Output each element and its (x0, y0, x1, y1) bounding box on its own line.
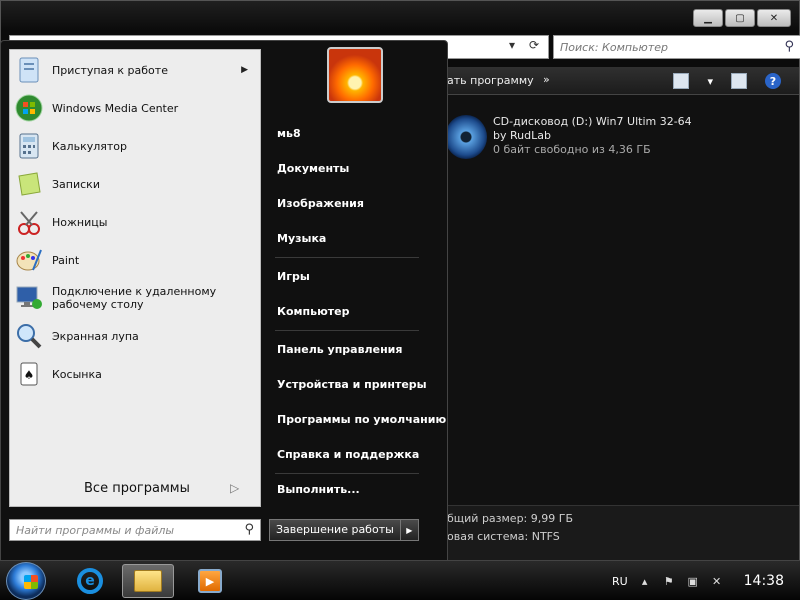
explorer-search-input[interactable]: Поиск: Компьютер ⚲ (553, 35, 800, 59)
shutdown-options-arrow-icon[interactable]: ▶ (400, 519, 419, 541)
magnifier-icon (12, 320, 46, 352)
program-item-snipping-tool[interactable]: Ножницы (10, 204, 260, 240)
program-item-paint[interactable]: Paint (10, 242, 260, 278)
media-player-icon: ▶ (198, 569, 222, 593)
right-item-default-programs[interactable]: Программы по умолчанию (277, 413, 446, 426)
menu-separator (275, 257, 419, 258)
paint-icon (12, 244, 46, 276)
search-icon[interactable]: ⚲ (784, 39, 794, 54)
all-programs-button[interactable]: Все программы ▷ (10, 478, 260, 500)
program-label: Косынка (52, 367, 102, 381)
submenu-arrow-icon: ▶ (241, 65, 248, 75)
taskbar-explorer[interactable] (122, 564, 174, 598)
taskbar: e ▶ RU ▴ ⚑ ▣ ✕ 14:38 (0, 560, 800, 600)
all-programs-arrow-icon: ▷ (230, 481, 240, 495)
cd-drive-item[interactable]: CD-дисковод (D:) Win7 Ultim 32-64 by Rud… (445, 115, 692, 159)
program-label: Записки (52, 177, 100, 191)
program-label: Приступая к работе (52, 63, 168, 77)
program-item-magnifier[interactable]: Экранная лупа (10, 318, 260, 354)
start-menu: Приступая к работе ▶ Windows Media Cente… (0, 40, 448, 562)
program-item-calculator[interactable]: Калькулятор (10, 128, 260, 164)
language-indicator[interactable]: RU (612, 575, 628, 588)
svg-text:♠: ♠ (24, 368, 35, 382)
cd-drive-free: 0 байт свободно из 4,36 ГБ (493, 143, 651, 156)
media-center-icon (12, 92, 46, 124)
program-label: Экранная лупа (52, 329, 139, 343)
cd-drive-line2: by RudLab (493, 129, 551, 142)
getting-started-icon (12, 54, 46, 86)
refresh-icon[interactable]: ⟳ (529, 38, 539, 52)
right-item-pictures[interactable]: Изображения (277, 197, 364, 210)
start-search-input[interactable]: Найти программы и файлы ⚲ (9, 519, 261, 541)
network-icon[interactable]: ▣ (686, 574, 700, 588)
remote-desktop-icon (12, 282, 46, 314)
shutdown-button[interactable]: Завершение работы (269, 519, 401, 541)
action-center-flag-icon[interactable]: ⚑ (662, 574, 676, 588)
start-search-placeholder: Найти программы и файлы (16, 524, 175, 537)
right-item-music[interactable]: Музыка (277, 232, 326, 245)
windows-logo-icon (24, 575, 38, 589)
details-total-size: бщий размер: 9,99 ГБ (447, 512, 574, 525)
window-controls: ▁ ▢ ✕ (693, 9, 791, 27)
clock[interactable]: 14:38 (744, 573, 784, 589)
sticky-notes-icon (12, 168, 46, 200)
right-item-games[interactable]: Игры (277, 270, 310, 283)
right-item-computer[interactable]: Компьютер (277, 305, 350, 318)
view-dropdown-icon[interactable]: ▾ (707, 75, 713, 88)
minimize-button[interactable]: ▁ (693, 9, 723, 27)
start-button[interactable] (6, 562, 46, 600)
program-item-media-center[interactable]: Windows Media Center (10, 90, 260, 126)
right-item-help[interactable]: Справка и поддержка (277, 448, 419, 461)
right-item-control-panel[interactable]: Панель управления (277, 343, 402, 356)
toolbar-more-button[interactable]: » (543, 73, 550, 86)
menu-separator (275, 473, 419, 474)
folder-icon (134, 570, 162, 592)
toolbar-icons: ▾ ? (673, 73, 781, 89)
solitaire-icon: ♠ (12, 358, 46, 390)
volume-muted-icon[interactable]: ✕ (710, 574, 724, 588)
program-label: Paint (52, 253, 80, 267)
preview-pane-icon[interactable] (731, 73, 747, 89)
right-item-user[interactable]: мь8 (277, 127, 301, 140)
internet-explorer-icon: e (77, 568, 103, 594)
programs-pane: Приступая к работе ▶ Windows Media Cente… (9, 49, 261, 507)
program-label: Калькулятор (52, 139, 127, 153)
taskbar-internet-explorer[interactable]: e (64, 564, 116, 598)
snipping-tool-icon (12, 206, 46, 238)
cd-drive-icon (445, 115, 487, 159)
right-item-devices-printers[interactable]: Устройства и принтеры (277, 378, 427, 391)
close-button[interactable]: ✕ (757, 9, 791, 27)
system-tray: RU ▴ ⚑ ▣ ✕ 14:38 (612, 561, 790, 600)
show-hidden-icons-icon[interactable]: ▴ (638, 574, 652, 588)
right-item-documents[interactable]: Документы (277, 162, 349, 175)
program-item-solitaire[interactable]: ♠ Косынка (10, 356, 260, 392)
cd-drive-text: CD-дисковод (D:) Win7 Ultim 32-64 by Rud… (493, 115, 692, 159)
all-programs-label: Все программы (84, 481, 190, 496)
maximize-button[interactable]: ▢ (725, 9, 755, 27)
address-buttons: ▾ ⟳ (509, 38, 539, 52)
menu-separator (275, 330, 419, 331)
taskbar-media-player[interactable]: ▶ (184, 564, 236, 598)
search-icon[interactable]: ⚲ (244, 522, 254, 537)
calculator-icon (12, 130, 46, 162)
program-label: Подключение к удаленному рабочему столу (52, 285, 217, 311)
view-options-icon[interactable] (673, 73, 690, 89)
toolbar-command[interactable]: ать программу (447, 74, 534, 87)
user-avatar[interactable] (327, 47, 383, 103)
cd-drive-name: CD-дисковод (D:) Win7 Ultim 32-64 (493, 115, 692, 128)
shutdown-group: Завершение работы ▶ (269, 519, 419, 541)
help-icon[interactable]: ? (765, 73, 781, 89)
program-item-remote-desktop[interactable]: Подключение к удаленному рабочему столу (10, 280, 260, 316)
history-dropdown-icon[interactable]: ▾ (509, 38, 515, 52)
explorer-search-placeholder: Поиск: Компьютер (560, 41, 668, 54)
program-item-sticky-notes[interactable]: Записки (10, 166, 260, 202)
program-label: Ножницы (52, 215, 108, 229)
program-label: Windows Media Center (52, 101, 179, 115)
program-item-getting-started[interactable]: Приступая к работе ▶ (10, 52, 260, 88)
right-item-run[interactable]: Выполнить... (277, 483, 360, 496)
details-filesystem: овая система: NTFS (447, 530, 560, 543)
